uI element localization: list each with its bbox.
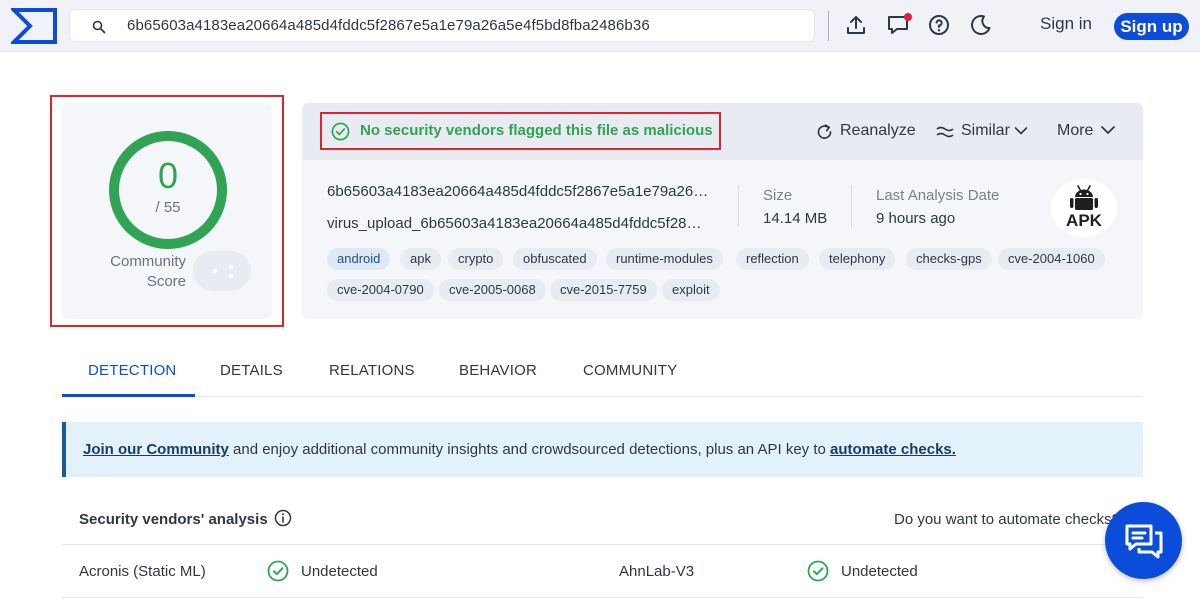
tag-obfuscated[interactable]: obfuscated: [513, 248, 597, 270]
divider: [738, 185, 739, 227]
vendor-total: / 55: [155, 199, 181, 216]
upload-icon[interactable]: [844, 13, 868, 37]
vendors-title: Security vendors' analysis: [79, 511, 268, 528]
tabs-divider: [62, 396, 1143, 397]
automate-prompt[interactable]: Do you want to automate checks?: [894, 511, 1120, 528]
tab-relations[interactable]: RELATIONS: [329, 362, 415, 379]
chevron-down-icon[interactable]: [1014, 126, 1028, 136]
search-icon: [92, 20, 106, 34]
info-icon[interactable]: [274, 509, 292, 527]
tab-detection[interactable]: DETECTION: [88, 362, 176, 379]
sign-in-link[interactable]: Sign in: [1030, 14, 1102, 38]
detection-score-card: 0 / 55 Community Score: [62, 103, 272, 319]
chat-icon: [1125, 524, 1163, 559]
tag-cve-2005-0068[interactable]: cve-2005-0068: [439, 279, 546, 301]
indicator-dot: [229, 265, 233, 269]
tab-community[interactable]: COMMUNITY: [583, 362, 677, 379]
vendors-header: Security vendors' analysis Do you want t…: [62, 498, 1143, 545]
tag-android[interactable]: android: [327, 248, 391, 270]
tag-cve-2004-0790[interactable]: cve-2004-0790: [327, 279, 434, 301]
tab-details[interactable]: DETAILS: [220, 362, 283, 379]
banner-text: Join our Community and enjoy additional …: [83, 441, 956, 458]
sign-up-button[interactable]: Sign up: [1114, 13, 1189, 40]
detection-count: 0: [157, 155, 179, 196]
size-label: Size: [763, 187, 793, 204]
automate-checks-link[interactable]: automate checks.: [830, 441, 956, 458]
tag-runtime-modules[interactable]: runtime-modules: [606, 248, 723, 270]
indicator-dot: [229, 274, 233, 278]
top-bar: Sign in Sign up: [0, 0, 1200, 52]
tag-telephony[interactable]: telephony: [819, 248, 896, 270]
divider: [851, 185, 852, 227]
help-icon[interactable]: [927, 13, 951, 37]
vendor-name: AhnLab-V3: [619, 563, 695, 580]
join-community-link[interactable]: Join our Community: [83, 441, 229, 458]
similar-icon[interactable]: [936, 124, 954, 140]
tab-behavior[interactable]: BEHAVIOR: [459, 362, 537, 379]
tag-cve-2004-1060[interactable]: cve-2004-1060: [998, 248, 1105, 270]
tag-cve-2015-7759[interactable]: cve-2015-7759: [550, 279, 657, 301]
indicator-dot: [213, 269, 217, 273]
file-name: virus_upload_6b65603a4183ea20664a485d4fd…: [327, 215, 702, 232]
last-analysis-value: 9 hours ago: [876, 210, 956, 227]
verdict-bar: No security vendors flagged this file as…: [302, 103, 1143, 160]
header-divider: [828, 11, 829, 41]
file-type-badge: APK: [1051, 179, 1117, 237]
more-button[interactable]: More: [1057, 122, 1093, 140]
verdict-text: No security vendors flagged this file as…: [360, 122, 713, 139]
virustotal-logo-icon[interactable]: [11, 7, 58, 45]
file-info-card: No security vendors flagged this file as…: [302, 103, 1143, 319]
android-icon: [1070, 185, 1098, 210]
check-circle-icon: [807, 560, 829, 582]
dark-mode-icon[interactable]: [969, 13, 993, 37]
chevron-down-icon[interactable]: [1100, 124, 1116, 136]
file-hash[interactable]: 6b65603a4183ea20664a485d4fddc5f2867e5a1e…: [327, 183, 717, 200]
active-tab-indicator: [62, 394, 195, 397]
tag-exploit[interactable]: exploit: [662, 279, 720, 301]
search-input[interactable]: [127, 10, 807, 41]
reanalyze-button[interactable]: Reanalyze: [840, 122, 916, 140]
tag-apk[interactable]: apk: [400, 248, 441, 270]
tag-crypto[interactable]: crypto: [448, 248, 504, 270]
community-score-indicator[interactable]: [193, 251, 251, 291]
community-score-label: Community Score: [110, 253, 186, 290]
search-bar[interactable]: [69, 9, 815, 42]
similar-button[interactable]: Similar: [961, 122, 1010, 140]
check-circle-icon: [267, 560, 289, 582]
vendor-result: Undetected: [841, 563, 918, 580]
vendor-row: Acronis (Static ML) Undetected AhnLab-V3…: [62, 546, 1143, 598]
check-circle-icon: [331, 122, 350, 141]
vendor-result: Undetected: [301, 563, 378, 580]
file-type-text: APK: [1066, 211, 1102, 230]
notification-badge: [904, 13, 912, 21]
banner-body: and enjoy additional community insights …: [228, 441, 831, 458]
tag-reflection[interactable]: reflection: [736, 248, 809, 270]
size-value: 14.14 MB: [763, 210, 828, 227]
vendor-name: Acronis (Static ML): [79, 563, 206, 580]
chat-button[interactable]: [1105, 502, 1182, 579]
community-banner: Join our Community and enjoy additional …: [62, 422, 1143, 477]
tag-checks-gps[interactable]: checks-gps: [906, 248, 992, 270]
last-analysis-label: Last Analysis Date: [876, 187, 1000, 204]
reanalyze-icon[interactable]: [816, 124, 834, 140]
